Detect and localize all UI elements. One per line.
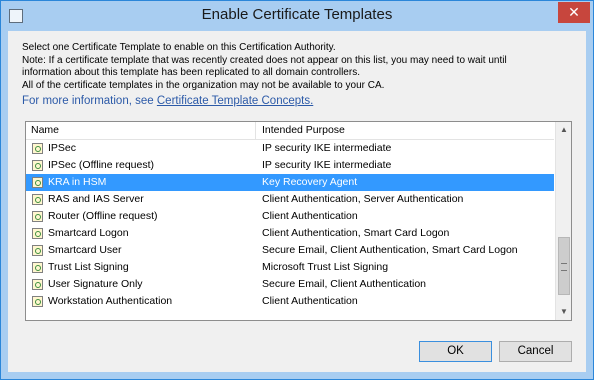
intended-purpose: Secure Email, Client Authentication [262, 278, 427, 290]
intro-line: information about this template has been… [22, 67, 360, 78]
more-info-prefix: For more information, see [22, 95, 154, 107]
template-list[interactable]: Name Intended Purpose IPSec IP security I… [25, 121, 572, 321]
intended-purpose: Secure Email, Client Authentication, Sma… [262, 244, 518, 256]
ok-button[interactable]: OK [419, 341, 492, 362]
template-name: IPSec [48, 142, 77, 154]
scroll-up-arrow-icon[interactable]: ▲ [556, 122, 571, 138]
intended-purpose: Key Recovery Agent [262, 176, 358, 188]
list-item[interactable]: Smartcard Logon Client Authentication, Sm… [26, 225, 554, 242]
template-name: IPSec (Offline request) [48, 159, 155, 171]
intro-line: Note: If a certificate template that was… [22, 54, 507, 66]
scrollbar-thumb[interactable] [558, 237, 570, 295]
list-header: Name Intended Purpose [26, 122, 554, 140]
title-bar[interactable]: Enable Certificate Templates ✕ [1, 1, 593, 31]
certificate-template-icon [32, 160, 43, 171]
list-item[interactable]: IPSec (Offline request) IP security IKE i… [26, 157, 554, 174]
certificate-template-icon [32, 245, 43, 256]
certificate-template-icon [32, 279, 43, 290]
column-divider[interactable] [255, 122, 256, 139]
intended-purpose: Client Authentication, Server Authentica… [262, 193, 464, 205]
intro-line: Select one Certificate Template to enabl… [22, 42, 336, 53]
list-item[interactable]: IPSec IP security IKE intermediate [26, 140, 554, 157]
certificate-template-icon [32, 262, 43, 273]
scroll-down-arrow-icon[interactable]: ▼ [556, 304, 571, 320]
template-name: Router (Offline request) [48, 210, 158, 222]
intended-purpose: Client Authentication [262, 210, 358, 222]
template-name: RAS and IAS Server [48, 193, 144, 205]
vertical-scrollbar[interactable]: ▲ ▼ [555, 122, 571, 320]
close-button[interactable]: ✕ [558, 2, 590, 23]
list-item[interactable]: KRA in HSM Key Recovery Agent [26, 174, 554, 191]
column-header-purpose[interactable]: Intended Purpose [262, 124, 345, 136]
intended-purpose: IP security IKE intermediate [262, 159, 392, 171]
intended-purpose: Client Authentication, Smart Card Logon [262, 227, 450, 239]
dialog-body: Select one Certificate Template to enabl… [8, 31, 586, 372]
list-rows: IPSec IP security IKE intermediate IPSec (… [26, 140, 554, 310]
certificate-template-icon [32, 177, 43, 188]
template-name: Trust List Signing [48, 261, 129, 273]
list-item[interactable]: RAS and IAS Server Client Authentication,… [26, 191, 554, 208]
template-name: Smartcard User [48, 244, 122, 256]
template-name: Smartcard Logon [48, 227, 129, 239]
intro-text: Select one Certificate Template to enabl… [22, 42, 582, 92]
dialog-title: Enable Certificate Templates [201, 6, 393, 23]
intro-line: All of the certificate templates in the … [22, 79, 385, 91]
intended-purpose: Client Authentication [262, 295, 358, 307]
more-info-text: For more information, see Certificate Te… [22, 95, 313, 107]
list-item[interactable]: Workstation Authentication Client Authent… [26, 293, 554, 310]
certificate-template-concepts-link[interactable]: Certificate Template Concepts. [157, 95, 313, 107]
certificate-template-icon [32, 194, 43, 205]
list-item[interactable]: User Signature Only Secure Email, Client … [26, 276, 554, 293]
template-name: User Signature Only [48, 278, 143, 290]
intended-purpose: IP security IKE intermediate [262, 142, 392, 154]
dialog-window: Enable Certificate Templates ✕ Select on… [0, 0, 594, 380]
certificate-template-icon [32, 211, 43, 222]
column-header-name[interactable]: Name [31, 124, 59, 136]
list-item[interactable]: Smartcard User Secure Email, Client Authe… [26, 242, 554, 259]
template-name: KRA in HSM [48, 176, 107, 188]
certificate-template-icon [32, 228, 43, 239]
list-item[interactable]: Trust List Signing Microsoft Trust List S… [26, 259, 554, 276]
list-item[interactable]: Router (Offline request) Client Authentic… [26, 208, 554, 225]
certificate-template-icon [32, 296, 43, 307]
template-name: Workstation Authentication [48, 295, 173, 307]
grip-icon [561, 263, 567, 271]
intended-purpose: Microsoft Trust List Signing [262, 261, 389, 273]
certificate-template-icon [32, 143, 43, 154]
cancel-button[interactable]: Cancel [499, 341, 572, 362]
